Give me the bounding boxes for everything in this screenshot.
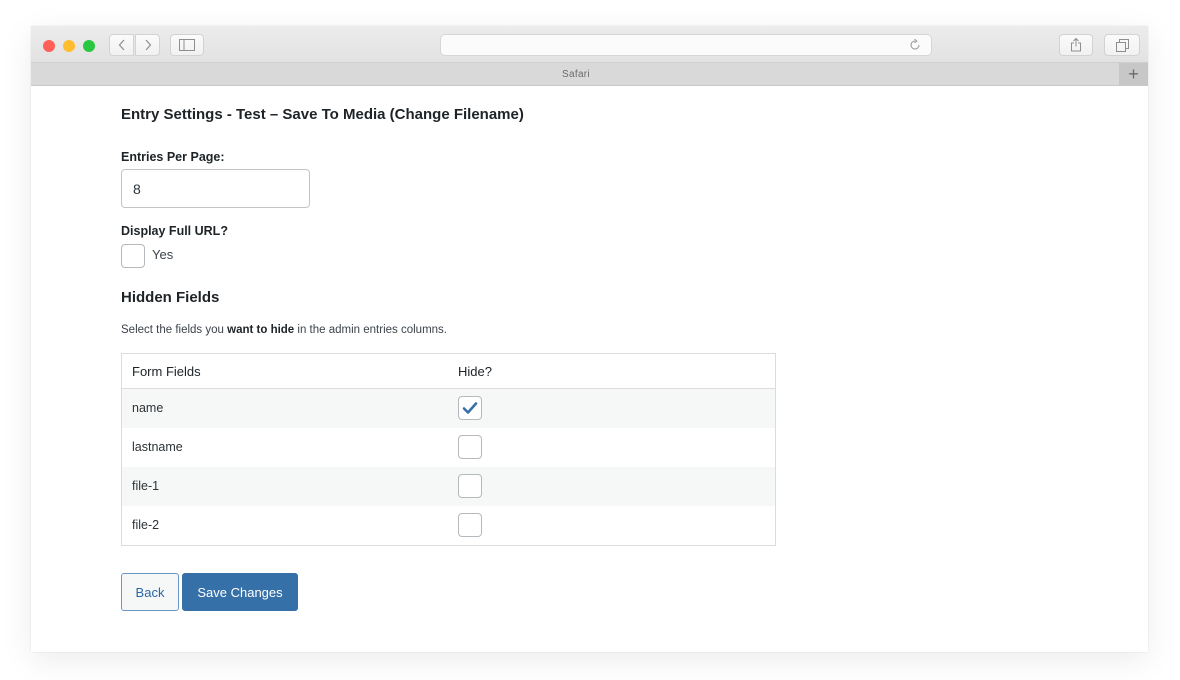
tab-bar: Safari +	[31, 63, 1148, 86]
chevron-left-icon	[118, 39, 124, 51]
tab-active[interactable]: Safari	[31, 63, 1118, 86]
chevron-right-icon	[145, 39, 151, 51]
field-name: file-1	[132, 479, 160, 493]
table-row: name	[122, 389, 775, 428]
table-row: file-2	[122, 506, 775, 545]
entries-per-page-input[interactable]	[121, 169, 310, 208]
save-changes-button[interactable]: Save Changes	[182, 573, 298, 611]
checkmark-icon	[462, 402, 478, 414]
table-row: lastname	[122, 428, 775, 467]
column-header-hide: Hide?	[458, 364, 492, 379]
hide-checkbox-file-1[interactable]	[458, 474, 482, 498]
sidebar-toggle-button[interactable]	[170, 34, 204, 56]
show-all-tabs-button[interactable]	[1104, 34, 1140, 56]
back-button[interactable]	[109, 34, 134, 56]
display-full-url-checkbox[interactable]	[121, 244, 145, 268]
field-name: file-2	[132, 518, 160, 532]
tabs-overview-icon	[1115, 38, 1129, 52]
page-title: Entry Settings - Test – Save To Media (C…	[121, 106, 524, 123]
hide-checkbox-name[interactable]	[458, 396, 482, 420]
hidden-fields-table: Form Fields Hide? name lastname file-1 f…	[121, 353, 776, 546]
entries-per-page-label: Entries Per Page:	[121, 150, 225, 164]
description-text: in the admin entries columns.	[294, 324, 447, 336]
close-window-button[interactable]	[43, 40, 55, 52]
address-bar[interactable]	[440, 34, 932, 56]
display-full-url-label: Display Full URL?	[121, 224, 228, 238]
table-header-row: Form Fields Hide?	[122, 354, 775, 389]
hidden-fields-title: Hidden Fields	[121, 289, 220, 306]
display-full-url-option-label[interactable]: Yes	[152, 247, 173, 262]
table-row: file-1	[122, 467, 775, 506]
sidebar-icon	[179, 39, 195, 51]
description-emphasis: want to hide	[227, 324, 295, 336]
browser-toolbar	[31, 26, 1148, 63]
back-button-page[interactable]: Back	[121, 573, 179, 611]
forward-button[interactable]	[135, 34, 160, 56]
hidden-fields-description: Select the fields you want to hide in th…	[121, 324, 447, 336]
new-tab-button[interactable]: +	[1119, 63, 1148, 86]
hide-checkbox-file-2[interactable]	[458, 513, 482, 537]
field-name: lastname	[132, 440, 183, 454]
reload-icon[interactable]	[908, 38, 922, 52]
share-button[interactable]	[1059, 34, 1093, 56]
description-text: Select the fields you	[121, 324, 228, 336]
hide-checkbox-lastname[interactable]	[458, 435, 482, 459]
browser-window: Safari + Entry Settings - Test – Save To…	[31, 26, 1148, 652]
share-icon	[1071, 38, 1081, 52]
column-header-form-fields: Form Fields	[132, 364, 201, 379]
minimize-window-button[interactable]	[63, 40, 75, 52]
field-name: name	[132, 401, 164, 415]
zoom-window-button[interactable]	[83, 40, 95, 52]
